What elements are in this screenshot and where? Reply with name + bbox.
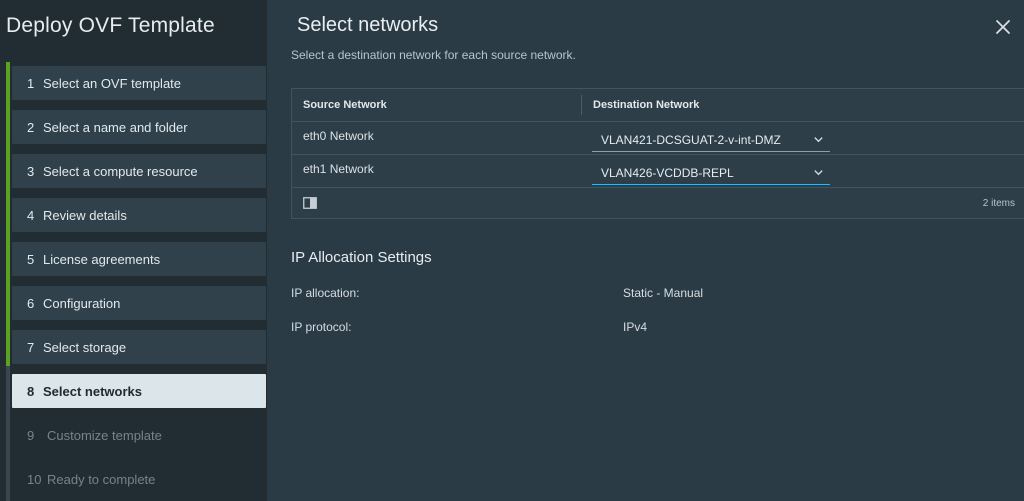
wizard-step-7[interactable]: 7 Select storage (12, 330, 266, 364)
step-label: License agreements (43, 251, 161, 267)
wizard-title: Deploy OVF Template (6, 14, 215, 37)
wizard-progress-completed (6, 62, 10, 366)
column-header-destination[interactable]: Destination Network (581, 95, 1024, 115)
grid-header: Source Network Destination Network (292, 89, 1024, 122)
step-number: 3 (27, 163, 35, 179)
wizard-steps: 1 Select an OVF template 2 Select a name… (12, 66, 266, 501)
destination-network-select[interactable]: VLAN421-DCSGUAT-2-v-int-DMZ (592, 128, 830, 152)
step-label: Select an OVF template (43, 75, 182, 91)
destination-network-cell: VLAN421-DCSGUAT-2-v-int-DMZ (581, 122, 1024, 154)
step-label: Select a name and folder (43, 119, 188, 135)
chevron-down-icon (814, 170, 823, 176)
step-number: 9 (27, 427, 35, 443)
step-label: Select storage (43, 339, 127, 355)
network-mapping-grid: Source Network Destination Network eth0 … (291, 88, 1024, 219)
source-network-cell: eth0 Network (303, 129, 374, 143)
wizard-step-9: 9 Customize template (12, 418, 266, 452)
source-network-cell: eth1 Network (303, 162, 374, 176)
step-number: 10 (27, 471, 42, 487)
step-label: Ready to complete (47, 471, 156, 487)
column-toggle-icon[interactable] (303, 197, 317, 209)
step-label: Select a compute resource (43, 163, 198, 179)
select-value: VLAN421-DCSGUAT-2-v-int-DMZ (601, 132, 781, 147)
step-number: 1 (27, 75, 35, 91)
step-number: 6 (27, 295, 35, 311)
step-number: 7 (27, 339, 35, 355)
wizard-step-3[interactable]: 3 Select a compute resource (12, 154, 266, 188)
ip-protocol-value: IPv4 (623, 320, 648, 334)
destination-network-cell: VLAN426-VCDDB-REPL (581, 155, 1024, 187)
step-number: 5 (27, 251, 35, 267)
column-header-source[interactable]: Source Network (292, 89, 581, 121)
ip-allocation-heading: IP Allocation Settings (291, 249, 432, 266)
grid-footer: 2 items (292, 188, 1024, 218)
ip-allocation-label: IP allocation: (291, 286, 360, 300)
ip-protocol-label: IP protocol: (291, 320, 352, 334)
chevron-down-icon (814, 137, 823, 143)
table-row: eth0 Network VLAN421-DCSGUAT-2-v-int-DMZ (292, 122, 1024, 155)
step-number: 2 (27, 119, 35, 135)
wizard-step-6[interactable]: 6 Configuration (12, 286, 266, 320)
close-button[interactable] (994, 18, 1012, 36)
step-number: 8 (27, 383, 35, 399)
ip-allocation-value: Static - Manual (623, 286, 704, 300)
wizard-step-4[interactable]: 4 Review details (12, 198, 266, 232)
step-label: Select networks (43, 383, 142, 399)
wizard-step-2[interactable]: 2 Select a name and folder (12, 110, 266, 144)
table-row: eth1 Network VLAN426-VCDDB-REPL (292, 155, 1024, 188)
wizard-step-1[interactable]: 1 Select an OVF template (12, 66, 266, 100)
wizard-step-10: 10 Ready to complete (12, 462, 266, 496)
main-content: Select networks Select a destination net… (267, 0, 1024, 501)
wizard-step-8-active[interactable]: 8 Select networks (12, 374, 266, 408)
page-subtitle: Select a destination network for each so… (291, 48, 576, 62)
destination-network-select[interactable]: VLAN426-VCDDB-REPL (592, 161, 830, 185)
step-label: Review details (43, 207, 127, 223)
wizard-sidebar: Deploy OVF Template 1 Select an OVF temp… (0, 0, 267, 501)
item-count: 2 items (982, 197, 1015, 209)
step-label: Customize template (47, 427, 162, 443)
page-title: Select networks (297, 14, 439, 36)
close-icon (996, 20, 1010, 34)
step-label: Configuration (43, 295, 121, 311)
step-number: 4 (27, 207, 35, 223)
select-value: VLAN426-VCDDB-REPL (601, 165, 734, 180)
wizard-step-5[interactable]: 5 License agreements (12, 242, 266, 276)
